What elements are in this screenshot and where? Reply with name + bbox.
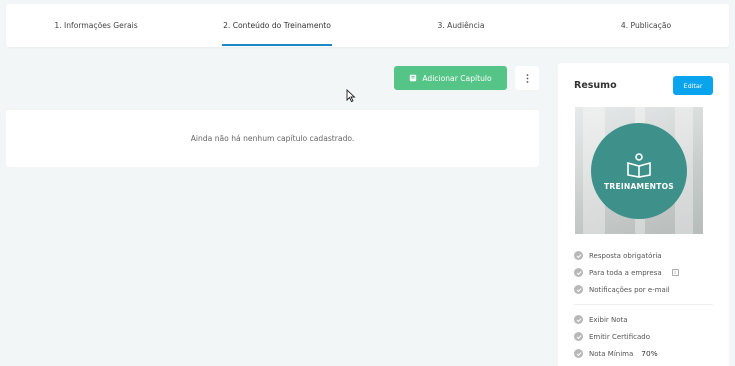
reader-book-icon: [627, 152, 651, 178]
option-show-grade: Exibir Nota: [574, 314, 628, 325]
option-email-notifications: Notificações por e-mail: [574, 284, 670, 295]
vertical-dots-icon: [526, 73, 528, 83]
summary-divider: [574, 304, 713, 305]
step-training-content[interactable]: 2. Conteúdo do Treinamento: [222, 4, 332, 47]
step-audience[interactable]: 3. Audiência: [406, 4, 516, 47]
badge-label: TREINAMENTOS: [604, 181, 674, 191]
step-general-info[interactable]: 1. Informações Gerais: [6, 4, 186, 47]
option-minimum-grade: Nota Mínima 70%: [574, 348, 658, 359]
summary-title: Resumo: [574, 80, 617, 91]
check-icon: [574, 285, 583, 294]
check-icon: [574, 349, 583, 358]
mouse-cursor-icon: [346, 89, 356, 103]
chapters-empty-state: Ainda não há nenhum capítulo cadastrado.: [6, 110, 539, 167]
option-issue-certificate: Emitir Certificado: [574, 331, 650, 342]
training-badge: TREINAMENTOS: [591, 123, 687, 219]
summary-panel: Resumo Editar TREINAMENTOS Resposta obri…: [558, 63, 729, 366]
check-icon: [574, 251, 583, 260]
add-chapter-button[interactable]: Adicionar Capítulo: [394, 66, 507, 90]
minimum-grade-value: 70%: [641, 349, 658, 358]
more-options-button[interactable]: [515, 66, 539, 90]
wizard-stepper: 1. Informações Gerais 2. Conteúdo do Tre…: [6, 4, 729, 47]
option-whole-company: Para toda a empresa i: [574, 267, 679, 278]
option-mandatory-response: Resposta obrigatória: [574, 250, 662, 261]
check-icon: [574, 315, 583, 324]
add-chapter-label: Adicionar Capítulo: [422, 73, 492, 83]
empty-message: Ainda não há nenhum capítulo cadastrado.: [190, 134, 355, 143]
training-thumbnail: TREINAMENTOS: [575, 107, 703, 234]
check-icon: [574, 268, 583, 277]
edit-button[interactable]: Editar: [673, 76, 713, 95]
step-publication[interactable]: 4. Publicação: [566, 4, 726, 47]
check-icon: [574, 332, 583, 341]
book-icon: [410, 74, 417, 82]
info-icon[interactable]: i: [671, 269, 679, 276]
